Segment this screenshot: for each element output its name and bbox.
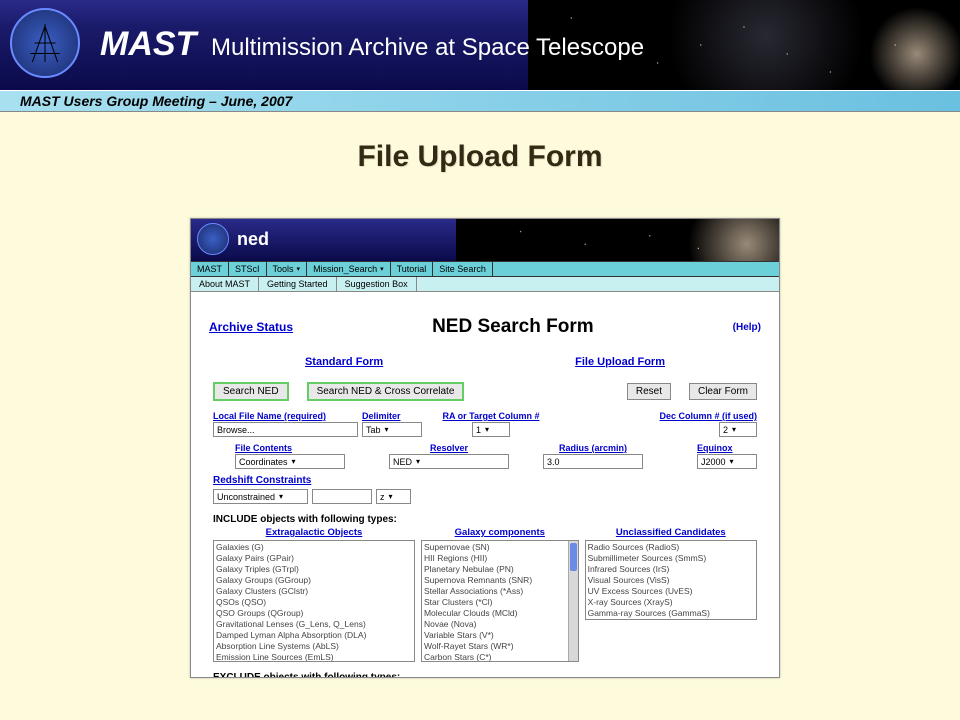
- radius-label: Radius (arcmin): [543, 443, 643, 453]
- ned-screenshot: ned MAST STScI Tools▾ Mission_Search▾ Tu…: [190, 218, 780, 678]
- equinox-select[interactable]: J2000: [697, 454, 757, 469]
- exclude-label: EXCLUDE objects with following types:: [213, 672, 761, 678]
- nav-tutorial[interactable]: Tutorial: [391, 262, 434, 276]
- nav-secondary: About MAST Getting Started Suggestion Bo…: [191, 277, 779, 292]
- colhead-extragalactic: Extragalactic Objects: [213, 527, 415, 538]
- ned-label: ned: [237, 229, 269, 250]
- list-item[interactable]: QSO Groups (QGroup): [216, 608, 412, 619]
- banner-subtitle: Multimission Archive at Space Telescope: [211, 34, 644, 61]
- list-item[interactable]: Radio Sources (RadioS): [588, 542, 754, 553]
- nav-tools[interactable]: Tools▾: [267, 262, 308, 276]
- list-item[interactable]: Damped Lyman Alpha Absorption (DLA): [216, 630, 412, 641]
- list-item[interactable]: Visual Sources (VisS): [588, 575, 754, 586]
- radius-input[interactable]: 3.0: [543, 454, 643, 469]
- redshift-label[interactable]: Redshift Constraints: [213, 475, 761, 486]
- archive-status-link[interactable]: Archive Status: [209, 320, 293, 334]
- nav-suggestion[interactable]: Suggestion Box: [337, 277, 417, 291]
- chevron-down-icon: ▾: [297, 265, 301, 273]
- list-item[interactable]: Gamma-ray Sources (GammaS): [588, 608, 754, 619]
- list-item[interactable]: Supernovae (SN): [424, 542, 576, 553]
- list-item[interactable]: Variable Stars (V*): [424, 630, 576, 641]
- scrollbar-thumb[interactable]: [570, 543, 577, 571]
- delimiter-select[interactable]: Tab: [362, 422, 422, 437]
- list-item[interactable]: Emission Line Sources (EmLS): [216, 652, 412, 662]
- slide-banner: MAST Multimission Archive at Space Teles…: [0, 0, 960, 90]
- mast-logo-icon: [10, 8, 80, 78]
- search-ned-button[interactable]: Search NED: [213, 382, 289, 401]
- list-item[interactable]: Wolf-Rayet Stars (WR*): [424, 641, 576, 652]
- nav-mission-search[interactable]: Mission_Search▾: [307, 262, 391, 276]
- ned-logo-icon: [197, 223, 229, 255]
- nav-getting-started[interactable]: Getting Started: [259, 277, 337, 291]
- subbanner: MAST Users Group Meeting – June, 2007: [0, 90, 960, 112]
- local-file-label: Local File Name (required): [213, 411, 358, 421]
- help-link[interactable]: (Help): [733, 322, 761, 333]
- redshift-value-input[interactable]: [312, 489, 372, 504]
- list-item[interactable]: Galaxy Groups (GGroup): [216, 575, 412, 586]
- nav-about[interactable]: About MAST: [191, 277, 259, 291]
- banner-title: MAST Multimission Archive at Space Teles…: [100, 25, 644, 64]
- redshift-constraint-select[interactable]: Unconstrained: [213, 489, 308, 504]
- ra-col-select[interactable]: 1: [472, 422, 510, 437]
- banner-logo-text: MAST: [100, 25, 196, 63]
- list-item[interactable]: QSOs (QSO): [216, 597, 412, 608]
- dec-col-label: Dec Column # (if used): [659, 411, 757, 421]
- resolver-label: Resolver: [389, 443, 509, 453]
- standard-form-link[interactable]: Standard Form: [305, 356, 383, 368]
- subbanner-text: MAST Users Group Meeting – June, 2007: [20, 93, 292, 109]
- list-item[interactable]: Infrared Sources (IrS): [588, 564, 754, 575]
- equinox-label: Equinox: [697, 443, 757, 453]
- list-item[interactable]: UV Excess Sources (UvES): [588, 586, 754, 597]
- redshift-unit-select[interactable]: z: [376, 489, 411, 504]
- local-file-input[interactable]: Browse...: [213, 422, 358, 437]
- delimiter-label: Delimiter: [362, 411, 422, 421]
- nav-stsci[interactable]: STScI: [229, 262, 267, 276]
- list-item[interactable]: Galaxies (G): [216, 542, 412, 553]
- chevron-down-icon: ▾: [380, 265, 384, 273]
- list-item[interactable]: Stellar Associations (*Ass): [424, 586, 576, 597]
- list-item[interactable]: Absorption Line Systems (AbLS): [216, 641, 412, 652]
- nav-site-search[interactable]: Site Search: [433, 262, 493, 276]
- ss-banner-stars: [456, 219, 779, 261]
- file-upload-form-link[interactable]: File Upload Form: [575, 356, 665, 368]
- search-ned-cc-button[interactable]: Search NED & Cross Correlate: [307, 382, 465, 401]
- list-item[interactable]: Submillimeter Sources (SmmS): [588, 553, 754, 564]
- list-item[interactable]: Supernova Remnants (SNR): [424, 575, 576, 586]
- file-contents-label: File Contents: [235, 443, 345, 453]
- include-extragalactic-list[interactable]: Galaxies (G)Galaxy Pairs (GPair)Galaxy T…: [213, 540, 415, 662]
- slide-title: File Upload Form: [0, 140, 960, 174]
- colhead-galaxy: Galaxy components: [421, 527, 579, 538]
- ra-col-label: RA or Target Column #: [442, 411, 539, 421]
- list-item[interactable]: X-ray Sources (XrayS): [588, 597, 754, 608]
- page-title: NED Search Form: [432, 316, 594, 338]
- list-item[interactable]: Gravitational Lenses (G_Lens, Q_Lens): [216, 619, 412, 630]
- colhead-unclassified: Unclassified Candidates: [585, 527, 757, 538]
- include-label: INCLUDE objects with following types:: [213, 514, 761, 525]
- nav-mast[interactable]: MAST: [191, 262, 229, 276]
- list-item[interactable]: Galaxy Pairs (GPair): [216, 553, 412, 564]
- scrollbar[interactable]: [568, 541, 578, 661]
- resolver-select[interactable]: NED: [389, 454, 509, 469]
- list-item[interactable]: Galaxy Triples (GTrpl): [216, 564, 412, 575]
- file-contents-select[interactable]: Coordinates: [235, 454, 345, 469]
- list-item[interactable]: Novae (Nova): [424, 619, 576, 630]
- nav-primary: MAST STScI Tools▾ Mission_Search▾ Tutori…: [191, 261, 779, 277]
- clear-form-button[interactable]: Clear Form: [689, 383, 757, 400]
- list-item[interactable]: Molecular Clouds (MCld): [424, 608, 576, 619]
- list-item[interactable]: Star Clusters (*Cl): [424, 597, 576, 608]
- list-item[interactable]: HII Regions (HII): [424, 553, 576, 564]
- include-unclassified-list[interactable]: Radio Sources (RadioS)Submillimeter Sour…: [585, 540, 757, 620]
- reset-button[interactable]: Reset: [627, 383, 671, 400]
- include-galaxy-list[interactable]: Supernovae (SN)HII Regions (HII)Planetar…: [421, 540, 579, 662]
- dec-col-select[interactable]: 2: [719, 422, 757, 437]
- list-item[interactable]: Planetary Nebulae (PN): [424, 564, 576, 575]
- list-item[interactable]: Carbon Stars (C*): [424, 652, 576, 662]
- list-item[interactable]: Galaxy Clusters (GClstr): [216, 586, 412, 597]
- ss-banner: ned: [191, 219, 779, 261]
